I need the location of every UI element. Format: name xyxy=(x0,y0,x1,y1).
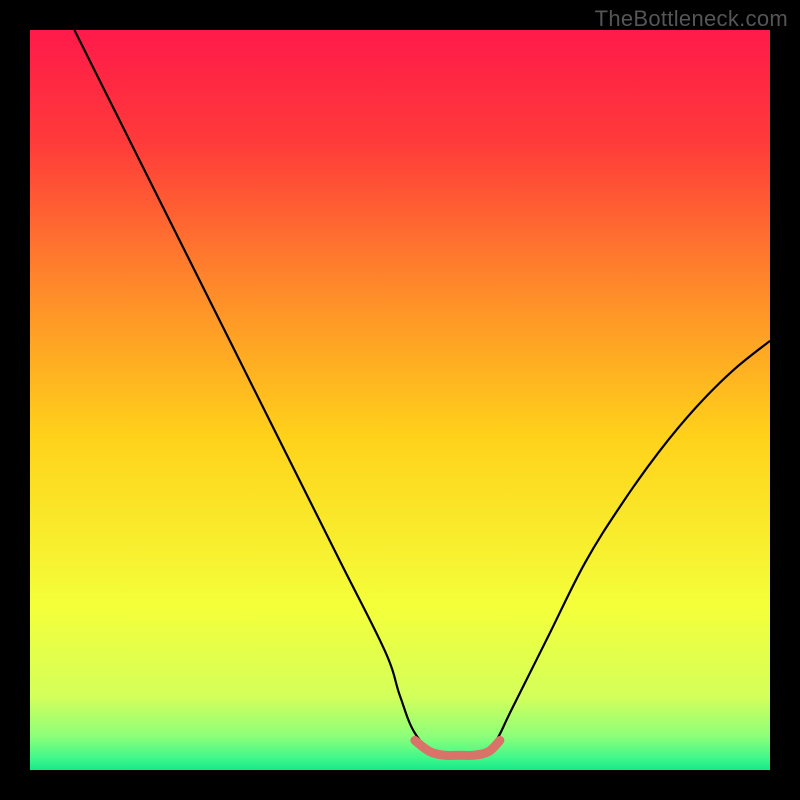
chart-container: TheBottleneck.com xyxy=(0,0,800,800)
chart-svg xyxy=(30,30,770,770)
plot-area xyxy=(30,30,770,770)
gradient-background xyxy=(30,30,770,770)
watermark-text: TheBottleneck.com xyxy=(595,6,788,32)
